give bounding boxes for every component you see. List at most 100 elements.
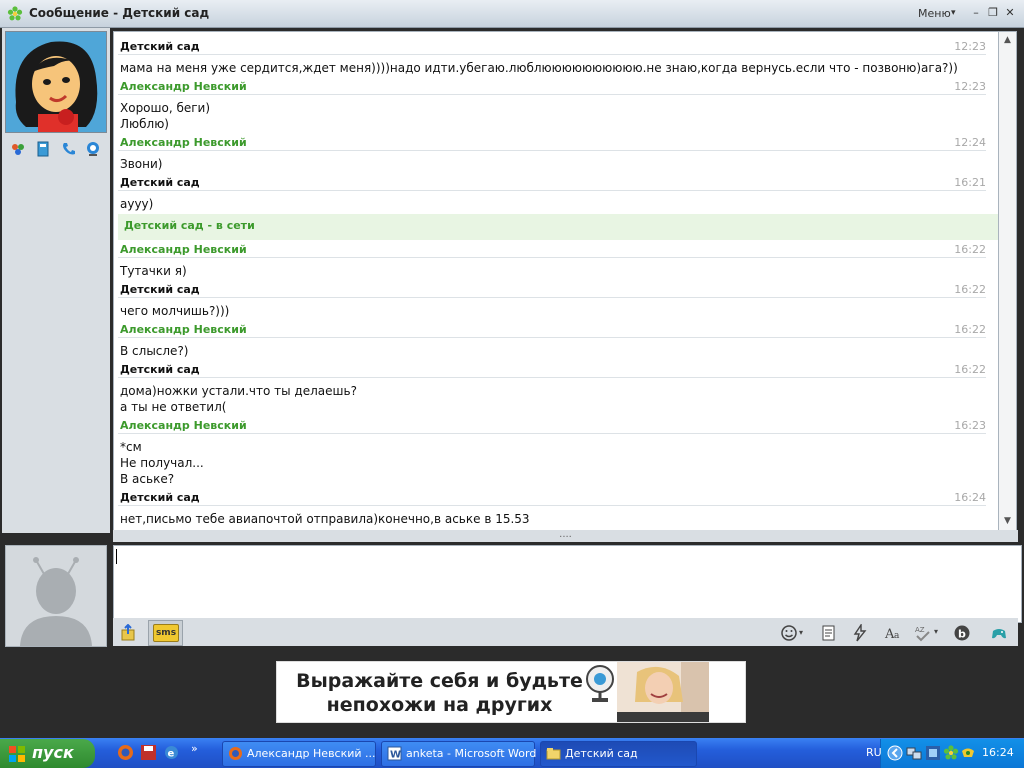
firefox-icon <box>229 747 242 760</box>
divider <box>118 190 986 191</box>
message-time: 16:22 <box>954 323 986 336</box>
firefox-icon[interactable] <box>117 744 134 761</box>
icq-flower-icon <box>7 6 23 21</box>
text-cursor <box>116 549 117 564</box>
font-icon[interactable]: Aa <box>884 624 902 642</box>
language-indicator[interactable]: RU <box>866 746 882 759</box>
chat-scrollbar[interactable]: ▲ ▼ <box>998 31 1017 531</box>
ad-woman-photo-icon <box>617 662 709 722</box>
clock[interactable]: 16:24 <box>982 746 1014 759</box>
ad-photo <box>617 662 709 722</box>
svg-text:e: e <box>168 749 175 760</box>
svg-text:b: b <box>958 628 966 641</box>
task-label: anketa - Microsoft Word <box>406 747 537 760</box>
message-text: чего молчишь?))) <box>120 304 230 318</box>
message-time: 12:24 <box>954 136 986 149</box>
antivirus-icon[interactable] <box>925 745 941 761</box>
ad-text: Выражайте себя и будьте непохожи на друг… <box>277 669 602 717</box>
windows-logo-icon <box>9 746 25 762</box>
games-icon[interactable] <box>990 624 1008 642</box>
bold-circle-icon[interactable]: b <box>953 624 971 642</box>
message-time: 16:23 <box>954 419 986 432</box>
message-text: Хорошо, беги) Люблю) <box>120 101 211 131</box>
icq-flower-icon[interactable] <box>943 745 959 761</box>
spellcheck-dropdown-icon[interactable]: ▾ <box>934 627 938 636</box>
scroll-up-icon[interactable]: ▲ <box>999 32 1016 48</box>
chat-history[interactable]: Детский сад 12:23 мама на меня уже серди… <box>113 31 999 531</box>
tray-arrow-icon[interactable] <box>887 745 903 761</box>
minimize-icon[interactable]: – <box>969 6 983 20</box>
message-time: 16:24 <box>954 491 986 504</box>
message-text: мама на меня уже сердится,ждет меня))))н… <box>120 61 958 75</box>
sms-button[interactable]: sms <box>148 620 183 646</box>
message-time: 12:23 <box>954 40 986 53</box>
splitter-handle[interactable]: .... <box>113 530 1018 542</box>
divider <box>118 94 986 95</box>
message-sender: Александр Невский <box>120 419 247 432</box>
message-sender: Детский сад <box>120 283 200 296</box>
quote-icon[interactable] <box>820 624 838 642</box>
history-icon[interactable] <box>35 141 51 157</box>
message-input[interactable] <box>113 545 1022 623</box>
menu-button[interactable]: Меню <box>918 7 951 20</box>
start-button[interactable]: пуск <box>0 739 95 768</box>
my-avatar[interactable] <box>5 545 107 647</box>
svg-text:a: a <box>894 631 900 641</box>
divider <box>118 433 986 434</box>
svg-text:AZ: AZ <box>915 626 925 634</box>
divider <box>118 377 986 378</box>
smiley-dropdown-icon[interactable]: ▾ <box>799 628 803 637</box>
webcam-icon <box>586 665 614 702</box>
word-icon: W <box>387 746 402 761</box>
ad-line-2: непохожи на других <box>326 694 553 716</box>
message-sender: Детский сад <box>120 363 200 376</box>
compose-toolbar <box>113 618 1018 646</box>
chevron-down-icon[interactable]: ▾ <box>951 8 956 18</box>
task-firefox[interactable]: Александр Невский ... <box>222 741 376 767</box>
close-icon[interactable]: ✕ <box>1003 6 1017 20</box>
lightning-icon[interactable] <box>851 624 869 642</box>
status-notice: Детский сад - в сети <box>118 214 998 240</box>
webcam-icon[interactable] <box>85 141 101 157</box>
svg-text:W: W <box>390 750 401 761</box>
message-sender: Александр Невский <box>120 136 247 149</box>
task-label: Александр Невский ... <box>247 747 376 760</box>
message-sender: Александр Невский <box>120 323 247 336</box>
message-sender: Детский сад <box>120 40 200 53</box>
task-word[interactable]: W anketa - Microsoft Word <box>381 741 537 767</box>
message-time: 16:21 <box>954 176 986 189</box>
contact-info-icon[interactable] <box>10 141 26 157</box>
task-label: Детский сад <box>565 747 638 760</box>
message-sender: Александр Невский <box>120 243 247 256</box>
folder-icon <box>546 748 561 760</box>
task-chat[interactable]: Детский сад <box>540 741 697 767</box>
quicklaunch-more[interactable]: » <box>191 742 198 755</box>
divider <box>118 257 986 258</box>
message-time: 16:22 <box>954 243 986 256</box>
send-file-icon[interactable] <box>119 624 137 642</box>
messenger-icon[interactable] <box>960 745 976 761</box>
divider <box>118 150 986 151</box>
smiley-icon[interactable] <box>780 624 798 642</box>
phone-icon[interactable] <box>61 141 77 157</box>
restore-icon[interactable]: ❐ <box>986 6 1000 20</box>
divider <box>118 505 986 506</box>
save-disk-icon[interactable] <box>140 744 157 761</box>
message-time: 16:22 <box>954 283 986 296</box>
start-label: пуск <box>32 743 74 762</box>
title-bar[interactable]: Сообщение - Детский сад Меню ▾ – ❐ ✕ <box>0 0 1024 28</box>
default-avatar-icon <box>20 557 92 646</box>
scroll-down-icon[interactable]: ▼ <box>999 513 1016 529</box>
message-time: 16:22 <box>954 363 986 376</box>
status-notice-text: Детский сад - в сети <box>124 219 255 232</box>
spellcheck-icon[interactable]: AZ <box>914 624 932 642</box>
message-time: 12:23 <box>954 80 986 93</box>
ie-icon[interactable]: e <box>163 744 180 761</box>
network-icon[interactable] <box>906 745 922 761</box>
contact-avatar[interactable] <box>5 31 107 133</box>
ad-banner[interactable]: Выражайте себя и будьте непохожи на друг… <box>276 661 746 723</box>
message-text: аууу) <box>120 197 154 211</box>
window-title: Сообщение - Детский сад <box>29 6 210 20</box>
message-text: Звони) <box>120 157 163 171</box>
message-sender: Александр Невский <box>120 80 247 93</box>
